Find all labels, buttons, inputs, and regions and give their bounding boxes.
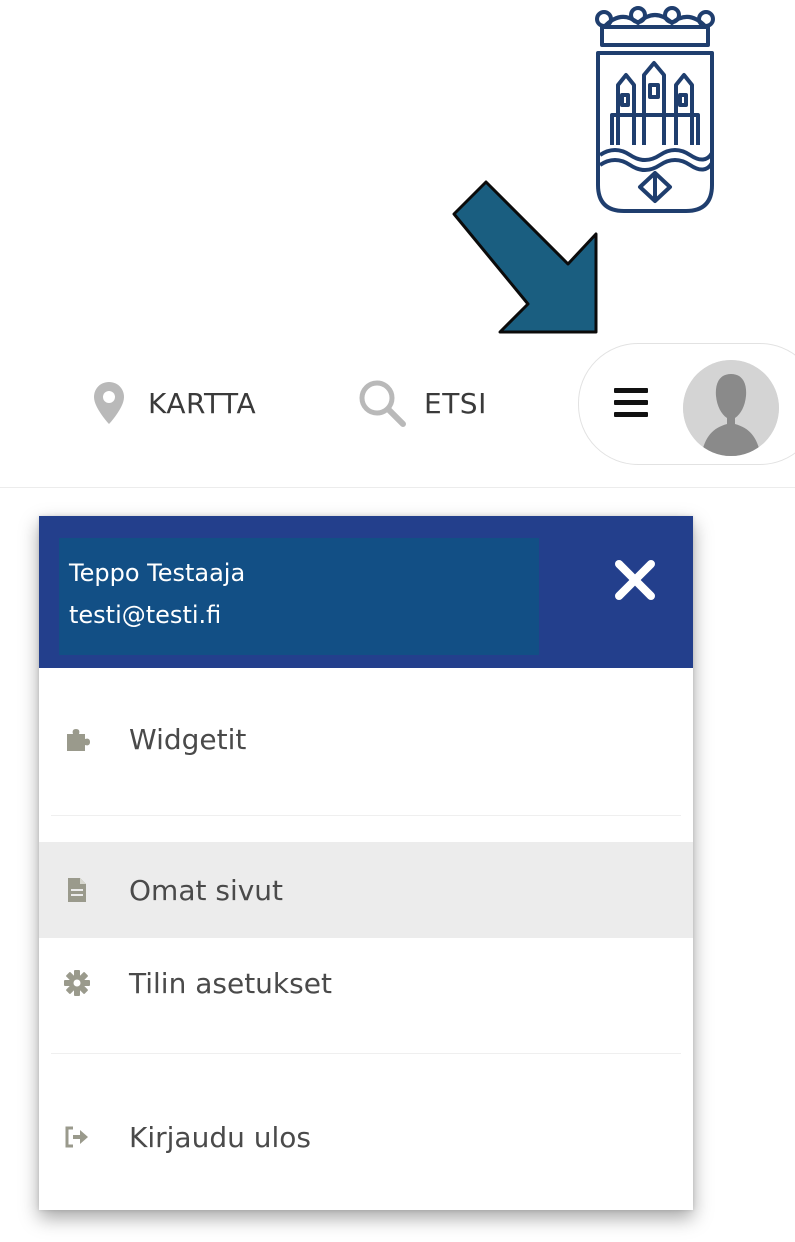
hamburger-icon[interactable] — [614, 388, 648, 418]
menu-item-widgets[interactable]: Widgetit — [39, 694, 693, 784]
nav-search-label: ETSI — [424, 386, 487, 420]
gear-icon — [64, 970, 90, 996]
menu-header: Teppo Testaaja testi@testi.fi — [39, 516, 693, 668]
menu-item-label: Tilin asetukset — [129, 966, 332, 1000]
nav-search-link[interactable]: ETSI — [356, 358, 487, 448]
menu-divider — [51, 1053, 681, 1054]
nav-map-link[interactable]: KARTTA — [92, 358, 256, 448]
sign-out-icon — [65, 1126, 88, 1148]
avatar[interactable] — [683, 360, 779, 456]
close-icon[interactable] — [609, 554, 661, 606]
file-icon — [68, 878, 86, 902]
menu-item-account-settings[interactable]: Tilin asetukset — [39, 938, 693, 1028]
map-pin-icon — [94, 382, 124, 424]
menu-item-label: Kirjaudu ulos — [129, 1120, 311, 1154]
header-divider — [0, 487, 795, 488]
search-icon — [359, 380, 406, 427]
city-crest-logo — [595, 6, 715, 213]
menu-item-logout[interactable]: Kirjaudu ulos — [39, 1092, 693, 1182]
diagonal-arrow — [452, 180, 598, 334]
puzzle-piece-icon — [67, 729, 90, 751]
nav-map-label: KARTTA — [148, 386, 257, 420]
menu-item-label: Widgetit — [129, 722, 247, 756]
user-info: Teppo Testaaja testi@testi.fi — [59, 538, 539, 655]
menu-item-label: Omat sivut — [129, 873, 284, 907]
user-name: Teppo Testaaja — [69, 559, 246, 587]
user-avatar-icon — [683, 360, 779, 456]
user-email: testi@testi.fi — [69, 601, 222, 629]
menu-item-own-pages[interactable]: Omat sivut — [39, 842, 693, 938]
menu-divider — [51, 815, 681, 816]
user-dropdown-menu: Teppo Testaaja testi@testi.fi Widgetit O… — [39, 516, 693, 1210]
